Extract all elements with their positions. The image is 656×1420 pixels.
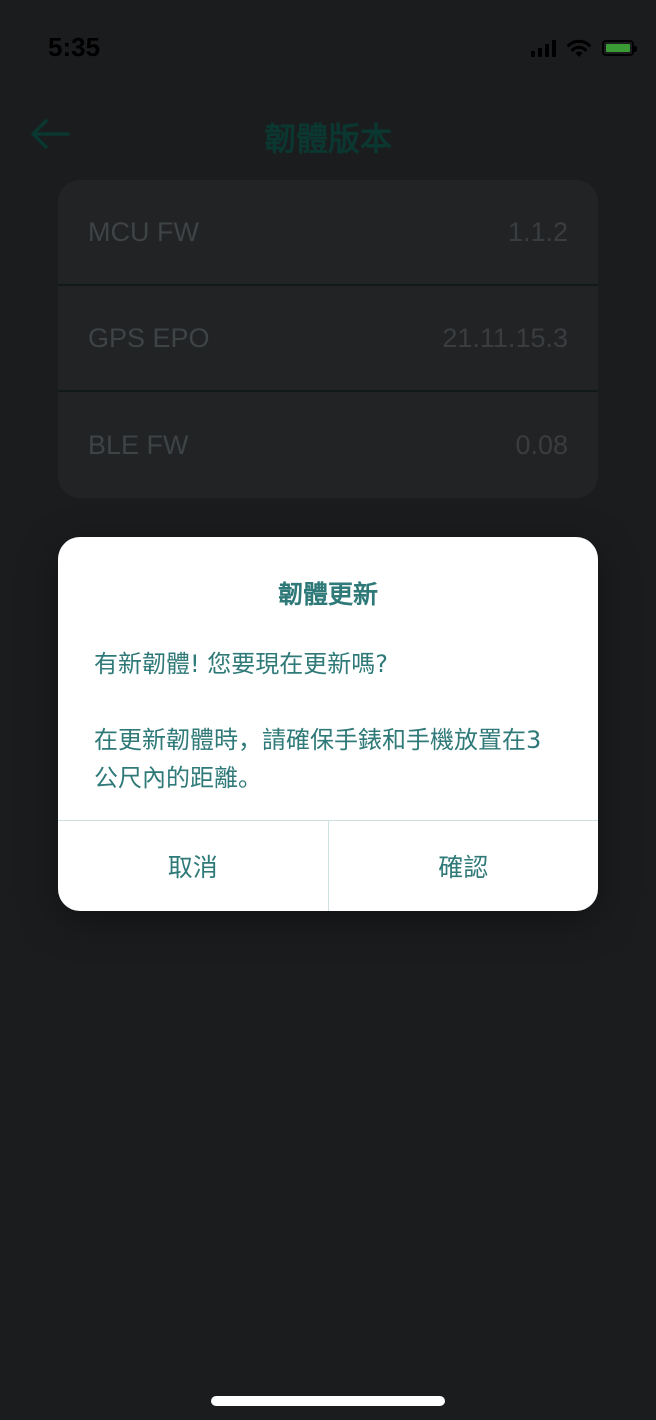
version-value: 0.08 xyxy=(515,429,568,460)
version-value: 21.11.15.3 xyxy=(442,322,568,353)
home-indicator[interactable] xyxy=(211,1396,445,1406)
header: 韌體版本 xyxy=(0,96,656,172)
version-label: GPS EPO xyxy=(88,322,210,353)
dialog-buttons: 取消 確認 xyxy=(58,820,598,911)
version-row-gps: GPS EPO 21.11.15.3 xyxy=(58,286,598,392)
version-label: MCU FW xyxy=(88,216,199,247)
status-bar: 5:35 xyxy=(0,0,656,96)
version-value: 1.1.2 xyxy=(507,216,568,247)
battery-charging-icon xyxy=(602,40,637,56)
page-title: 韌體版本 xyxy=(263,120,392,158)
version-row-ble: BLE FW 0.08 xyxy=(58,392,598,498)
dialog-title: 韌體更新 xyxy=(277,580,378,609)
version-row-mcu: MCU FW 1.1.2 xyxy=(58,180,598,286)
status-time: 5:35 xyxy=(48,32,101,62)
wifi-icon xyxy=(567,39,591,57)
version-label: BLE FW xyxy=(88,429,189,460)
confirm-button[interactable]: 確認 xyxy=(327,821,599,911)
status-icons xyxy=(531,38,637,58)
firmware-update-dialog: 韌體更新 有新韌體! 您要現在更新嗎? 在更新韌體時，請確保手錶和手機放置在3公… xyxy=(58,537,598,911)
firmware-version-list: MCU FW 1.1.2 GPS EPO 21.11.15.3 BLE FW 0… xyxy=(58,180,598,498)
signal-icon xyxy=(531,39,556,57)
dialog-message: 有新韌體! 您要現在更新嗎? 在更新韌體時，請確保手錶和手機放置在3公尺內的距離… xyxy=(94,650,542,792)
cancel-button[interactable]: 取消 xyxy=(58,821,328,911)
